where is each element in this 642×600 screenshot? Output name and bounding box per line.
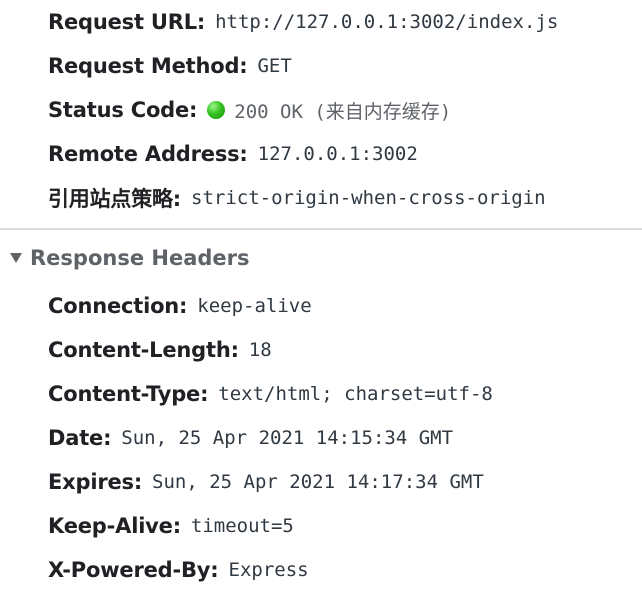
green-dot-icon — [207, 101, 226, 119]
header-key: Content-Length: — [48, 338, 239, 362]
header-value[interactable]: text/html; charset=utf-8 — [218, 383, 493, 405]
header-key: Date: — [48, 426, 112, 450]
header-value[interactable]: 127.0.0.1:3002 — [258, 143, 418, 165]
header-key: Keep-Alive: — [48, 514, 181, 538]
header-row-status-code: Status Code: 200 OK (来自内存缓存) — [48, 95, 451, 125]
header-key: Expires: — [48, 470, 143, 494]
header-value[interactable]: Express — [229, 559, 309, 581]
header-value[interactable]: 18 — [249, 339, 272, 361]
header-row-keep-alive: Keep-Alive: timeout=5 — [48, 511, 294, 541]
header-row-request-url: Request URL: http://127.0.0.1:3002/index… — [48, 7, 558, 37]
header-value[interactable]: strict-origin-when-cross-origin — [191, 187, 546, 209]
header-row-request-method: Request Method: GET — [48, 51, 292, 81]
header-value[interactable]: http://127.0.0.1:3002/index.js — [215, 11, 558, 33]
header-value[interactable]: keep-alive — [197, 295, 311, 317]
header-key: Request URL: — [48, 10, 206, 34]
header-row-date: Date: Sun, 25 Apr 2021 14:15:34 GMT — [48, 423, 453, 453]
header-key: Connection: — [48, 294, 188, 318]
header-row-x-powered-by: X-Powered-By: Express — [48, 555, 309, 585]
header-key: 引用站点策略: — [48, 187, 181, 211]
header-row-expires: Expires: Sun, 25 Apr 2021 14:17:34 GMT — [48, 467, 484, 497]
header-key: Content-Type: — [48, 382, 209, 406]
section-title: Response Headers — [30, 246, 250, 270]
response-headers-toggle[interactable]: Response Headers — [10, 243, 250, 273]
header-row-referrer-policy: 引用站点策略: strict-origin-when-cross-origin — [48, 183, 546, 213]
header-row-content-length: Content-Length: 18 — [48, 335, 272, 365]
header-value[interactable]: GET — [257, 55, 291, 77]
header-key: Status Code: — [48, 98, 198, 122]
status-value: 200 OK (来自内存缓存) — [207, 97, 451, 124]
status-text[interactable]: 200 OK (来自内存缓存) — [234, 97, 451, 124]
header-key: Request Method: — [48, 54, 248, 78]
header-row-remote-address: Remote Address: 127.0.0.1:3002 — [48, 139, 418, 169]
section-divider — [0, 228, 642, 230]
header-value[interactable]: timeout=5 — [191, 515, 294, 537]
header-value[interactable]: Sun, 25 Apr 2021 14:17:34 GMT — [152, 471, 484, 493]
header-row-connection: Connection: keep-alive — [48, 291, 312, 321]
header-key: Remote Address: — [48, 142, 248, 166]
header-key: X-Powered-By: — [48, 558, 219, 582]
triangle-down-icon — [10, 253, 22, 263]
header-value[interactable]: Sun, 25 Apr 2021 14:15:34 GMT — [121, 427, 453, 449]
header-row-content-type: Content-Type: text/html; charset=utf-8 — [48, 379, 493, 409]
